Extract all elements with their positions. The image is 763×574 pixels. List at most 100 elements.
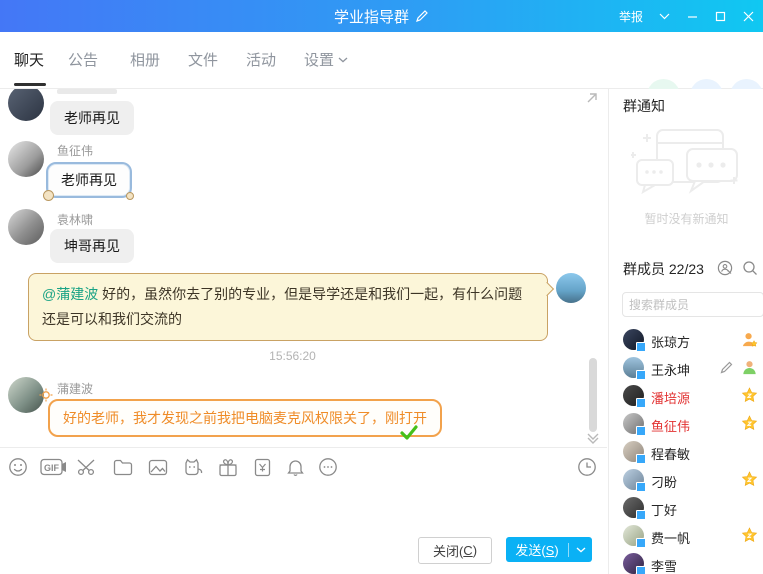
member-row[interactable]: 刁盼 [609,466,763,494]
tab-files[interactable]: 文件 [188,49,218,70]
group-members-title: 群成员 22/23 [623,259,704,279]
emoji-button[interactable] [7,456,29,478]
collapse-panel-icon[interactable] [585,91,599,105]
member-row[interactable]: 丁好 [609,494,763,522]
red-packet-button[interactable] [251,456,273,478]
screenshot-button[interactable] [76,456,98,478]
chat-scrollbar-thumb[interactable] [589,358,597,432]
send-label-text: 发送( [515,543,545,558]
titlebar-dropdown-icon[interactable] [657,9,671,23]
sender-name: 鱼征伟 [57,142,93,159]
message-input-area[interactable] [0,483,607,529]
send-options-dropdown[interactable] [569,547,592,553]
tab-chat[interactable]: 聊天 [14,49,44,70]
titlebar: 学业指导群 举报 [0,0,763,32]
folder-button[interactable] [112,456,134,478]
member-row[interactable]: 王永坤 [609,354,763,382]
member-avatar [623,357,644,378]
scroll-to-bottom-icon[interactable] [586,432,600,444]
member-row[interactable]: 鱼征伟 [609,410,763,438]
check-ornament-icon [400,425,418,440]
online-pc-badge [636,454,646,464]
tab-settings-label: 设置 [304,49,334,70]
member-avatar [623,329,644,350]
send-label: 发送(S) [506,540,568,559]
mention-text[interactable]: @蒲建波 [42,286,98,302]
sender-name: 袁林啸 [57,211,93,228]
group-notice-title: 群通知 [623,96,665,116]
message-bubble[interactable]: 老师再见 [50,101,134,135]
member-avatar [623,525,644,546]
sticker-button[interactable] [182,456,204,478]
edit-group-name-icon[interactable] [415,9,429,23]
close-hotkey: C [463,543,472,558]
star-badge-icon [741,527,758,544]
member-avatar [623,385,644,406]
send-button[interactable]: 发送(S) [506,537,592,562]
star-badge-icon [741,415,758,432]
close-button[interactable]: 关闭(C) [418,537,492,564]
tab-album[interactable]: 相册 [130,49,160,70]
self-avatar[interactable] [556,273,586,303]
self-message-bubble[interactable]: @蒲建波 好的，虽然你去了别的专业，但是导学还是和我们一起，有什么问题还是可以和… [28,273,548,341]
gif-button[interactable]: GIF [39,456,67,478]
close-label: 关闭( [433,541,463,560]
member-name: 潘培源 [651,388,690,407]
message-bubble[interactable]: 老师再见 [46,162,132,198]
message-text: 好的，虽然你去了别的专业，但是导学还是和我们一起，有什么问题还是可以和我们交流的 [42,286,522,327]
bubble-ornament [126,192,134,200]
window-title: 学业指导群 [334,6,409,27]
tabbar: 聊天 公告 相册 文件 活动 设置 [0,32,763,89]
bell-button[interactable] [284,456,306,478]
message-bubble[interactable]: 好的老师，我才发现之前我把电脑麦克风权限关了，刚打开 [48,399,442,437]
member-row[interactable]: 程春敏 [609,438,763,466]
online-pc-badge [636,426,646,436]
tab-settings[interactable]: 设置 [304,49,348,70]
member-name: 李雪 [651,556,677,574]
member-row[interactable]: 张琼方 [609,326,763,354]
close-window-button[interactable] [741,9,755,23]
member-avatar [623,441,644,462]
clipped-sender-name [57,89,117,94]
online-pc-badge [636,566,646,574]
minimize-button[interactable] [685,9,699,23]
image-button[interactable] [147,456,169,478]
member-name: 刁盼 [651,472,677,491]
member-avatar [623,469,644,490]
edit-member-card-icon[interactable] [719,360,734,375]
gift-button[interactable] [217,456,239,478]
sender-name: 蒲建波 [57,380,93,397]
avatar[interactable] [8,209,44,245]
member-badge-icon [741,359,758,376]
member-row[interactable]: 李雪 [609,550,763,574]
report-button[interactable]: 举报 [619,8,643,25]
star-badge-icon [741,387,758,404]
toolbar-more-button[interactable] [317,456,339,478]
online-pc-badge [636,482,646,492]
bubble-tail [540,282,554,296]
group-owner-badge-icon [741,331,758,348]
member-row[interactable]: 潘培源 [609,382,763,410]
avatar[interactable] [8,89,44,121]
member-name: 程春敏 [651,444,690,463]
message-history-button[interactable] [576,456,598,478]
member-search-input[interactable] [622,292,763,317]
online-pc-badge [636,538,646,548]
message-list[interactable]: 老师再见 鱼征伟 老师再见 袁林啸 坤哥再见 @蒲建波 好的，虽然你去了别的专业… [0,89,607,447]
invite-member-icon[interactable] [717,260,733,276]
svg-text:GIF: GIF [44,463,60,473]
group-sidebar: 群通知 暂时没有新通知 群成员 22/23 [608,89,763,574]
maximize-button[interactable] [713,9,727,23]
empty-notice-text: 暂时没有新通知 [609,210,763,227]
member-row[interactable]: 费一帆 [609,522,763,550]
member-avatar [623,413,644,434]
timestamp: 15:56:20 [0,349,585,363]
online-pc-badge [636,398,646,408]
tab-announcement[interactable]: 公告 [68,49,98,70]
search-member-icon[interactable] [742,260,758,276]
tab-activity[interactable]: 活动 [246,49,276,70]
member-avatar [623,497,644,518]
avatar[interactable] [8,141,44,177]
message-bubble[interactable]: 坤哥再见 [50,229,134,263]
chevron-down-icon [338,57,348,63]
